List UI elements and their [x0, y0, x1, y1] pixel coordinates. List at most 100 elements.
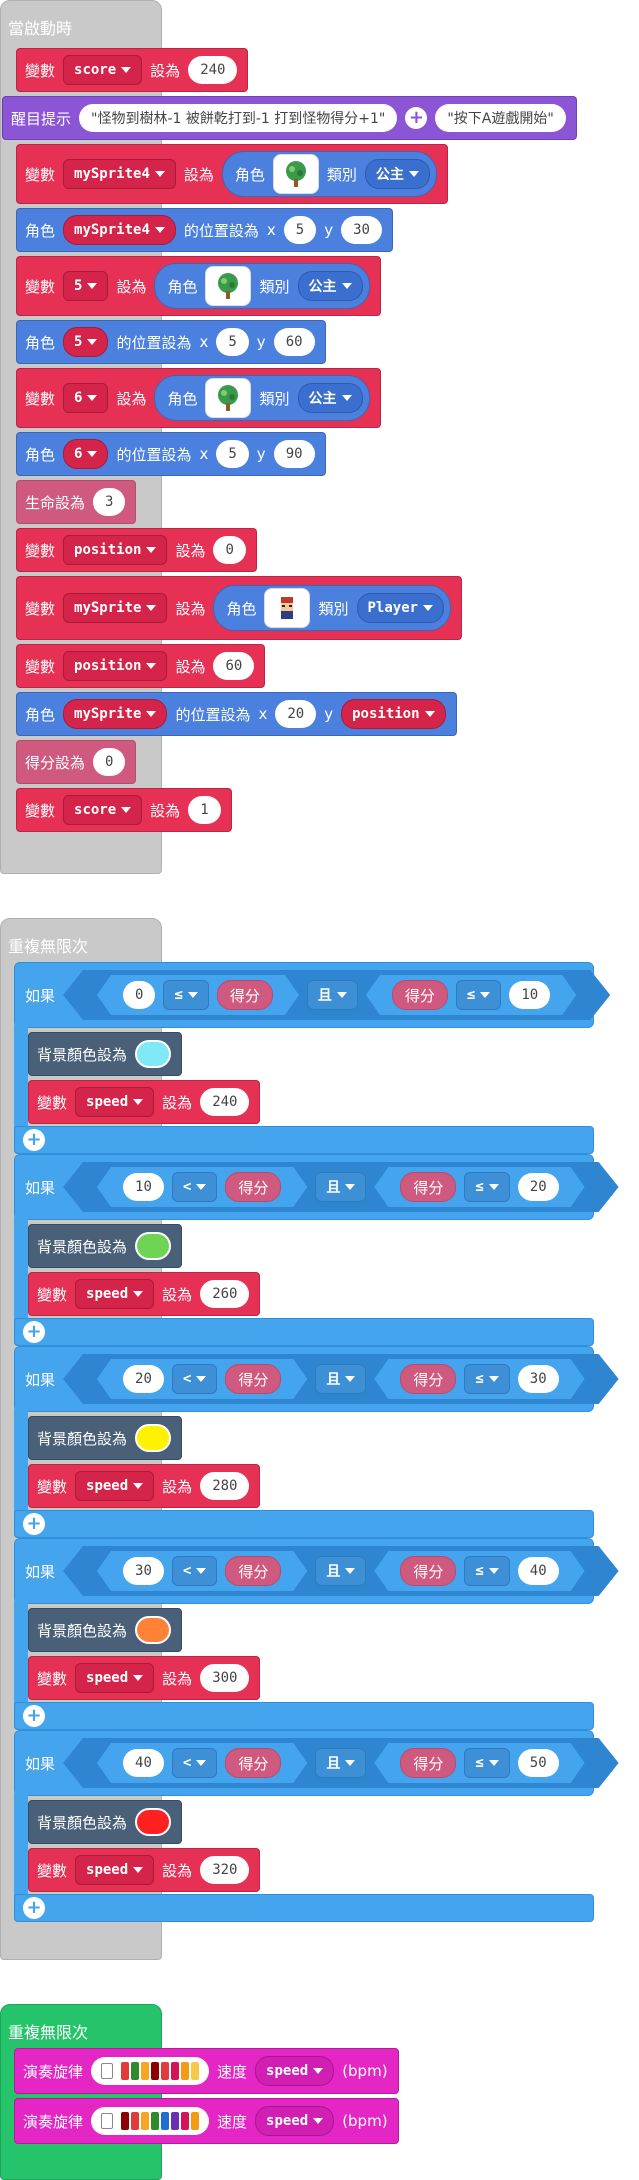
splash-block[interactable]: 醒目提示 "怪物到樹林-1 被餅乾打到-1 打到怪物得分+1" + "按下A遊戲… — [2, 96, 577, 140]
and-dropdown[interactable]: 且 — [315, 1364, 366, 1394]
score-reporter[interactable]: 得分 — [400, 1364, 456, 1394]
else-if-footer[interactable]: + — [14, 1894, 594, 1922]
create-sprite-reporter[interactable]: 角色 類別 公主 — [154, 375, 370, 421]
lower-bound-input[interactable]: 20 — [123, 1365, 164, 1393]
create-sprite-reporter[interactable]: 角色 類別 公主 — [221, 151, 437, 197]
compare-right[interactable]: 得分 ≤30 — [374, 1359, 584, 1399]
variable-dropdown-score[interactable]: score — [63, 795, 143, 825]
variable-dropdown-speed[interactable]: speed — [75, 1087, 155, 1117]
compare-op-dropdown[interactable]: < — [172, 1748, 217, 1778]
if-header[interactable]: 如果 10 < 得分 且 得分 ≤20 那麼 — [14, 1154, 639, 1220]
compare-right[interactable]: 得分 ≤50 — [374, 1743, 584, 1783]
add-else-if-icon[interactable]: + — [23, 1129, 45, 1151]
add-else-if-icon[interactable]: + — [23, 1513, 45, 1535]
set-sprite5-block[interactable]: 變數 5 設為 角色 類別 公主 — [16, 256, 381, 316]
add-else-if-icon[interactable]: + — [23, 1705, 45, 1727]
y-input[interactable]: 30 — [341, 216, 382, 244]
kind-dropdown[interactable]: 公主 — [364, 159, 430, 189]
speed-input[interactable]: 260 — [200, 1280, 250, 1308]
and-condition[interactable]: 30 < 得分 且 得分 ≤40 — [63, 1546, 619, 1596]
and-dropdown[interactable]: 且 — [315, 1556, 366, 1586]
melody-editor[interactable] — [91, 2107, 210, 2135]
upper-bound-input[interactable]: 30 — [518, 1365, 559, 1393]
compare-op-dropdown[interactable]: ≤ — [456, 980, 501, 1010]
if-header[interactable]: 如果 0 ≤ 得分 且 得分 ≤10 那麼 — [14, 962, 639, 1028]
set-background-color-block[interactable]: 背景顏色設為 — [28, 1032, 183, 1076]
set-mySprite-block[interactable]: 變數 mySprite 設為 角色 類別 Player — [16, 576, 463, 640]
else-if-footer[interactable]: + — [14, 1510, 594, 1538]
x-input[interactable]: 5 — [216, 328, 249, 356]
else-if-footer[interactable]: + — [14, 1126, 594, 1154]
add-else-if-icon[interactable]: + — [23, 1897, 45, 1919]
set-position-block[interactable]: 角色 mySprite4 的位置設為 x 5 y 30 — [16, 208, 393, 252]
variable-dropdown-mySprite4[interactable]: mySprite4 — [63, 215, 176, 245]
x-input[interactable]: 5 — [216, 440, 249, 468]
compare-left[interactable]: 30 < 得分 — [97, 1551, 307, 1591]
and-dropdown[interactable]: 且 — [307, 980, 358, 1010]
compare-op-dropdown[interactable]: ≤ — [464, 1748, 509, 1778]
compare-left[interactable]: 10 < 得分 — [97, 1167, 307, 1207]
score-reporter[interactable]: 得分 — [400, 1748, 456, 1778]
if-header[interactable]: 如果 30 < 得分 且 得分 ≤40 那麼 — [14, 1538, 639, 1604]
and-dropdown[interactable]: 且 — [315, 1748, 366, 1778]
set-sprite6-block[interactable]: 變數 6 設為 角色 類別 公主 — [16, 368, 381, 428]
play-melody-block-2[interactable]: 演奏旋律 速度 speed (bpm) — [14, 2098, 399, 2144]
set-position-block[interactable]: 角色 mySprite 的位置設為 x 20 y position — [16, 692, 457, 736]
set-score-block[interactable]: 變數 score 設為 240 — [16, 48, 249, 92]
position-reporter[interactable]: position — [341, 699, 446, 729]
and-condition[interactable]: 10 < 得分 且 得分 ≤20 — [63, 1162, 619, 1212]
kind-dropdown[interactable]: 公主 — [297, 271, 363, 301]
variable-dropdown-position[interactable]: position — [63, 535, 168, 565]
set-sprite4-block[interactable]: 變數 mySprite4 設為 角色 類別 公主 — [16, 144, 448, 204]
variable-dropdown-5[interactable]: 5 — [63, 327, 109, 357]
play-melody-block-1[interactable]: 演奏旋律 速度 speed (bpm) — [14, 2048, 399, 2094]
tree-sprite-icon[interactable] — [205, 378, 252, 418]
create-sprite-reporter[interactable]: 角色 類別 Player — [213, 585, 452, 631]
else-if-footer[interactable]: + — [14, 1318, 594, 1346]
upper-bound-input[interactable]: 10 — [509, 981, 550, 1009]
compare-op-dropdown[interactable]: ≤ — [163, 980, 208, 1010]
score-reporter[interactable]: 得分 — [392, 980, 448, 1010]
set-speed-block[interactable]: 變數 speed 設為 300 — [28, 1656, 261, 1700]
x-input[interactable]: 5 — [283, 216, 317, 244]
set-position-block[interactable]: 角色 5 的位置設為 x 5 y 60 — [16, 320, 326, 364]
lower-bound-input[interactable]: 10 — [123, 1173, 164, 1201]
and-condition[interactable]: 40 < 得分 且 得分 ≤50 — [63, 1738, 619, 1788]
score-reporter[interactable]: 得分 — [217, 980, 273, 1010]
variable-dropdown-position[interactable]: position — [63, 651, 168, 681]
else-if-footer[interactable]: + — [14, 1702, 594, 1730]
score-reporter[interactable]: 得分 — [400, 1172, 456, 1202]
variable-dropdown-6[interactable]: 6 — [63, 439, 109, 469]
speed-input[interactable]: 280 — [200, 1472, 250, 1500]
player-sprite-icon[interactable] — [264, 588, 311, 628]
y-input[interactable]: 60 — [273, 328, 315, 356]
color-swatch[interactable] — [135, 1808, 172, 1836]
speed-input[interactable]: 320 — [200, 1856, 250, 1884]
color-swatch[interactable] — [135, 1232, 172, 1260]
variable-dropdown-speed[interactable]: speed — [75, 1855, 155, 1885]
and-condition[interactable]: 0 ≤ 得分 且 得分 ≤10 — [63, 970, 610, 1020]
compare-op-dropdown[interactable]: ≤ — [464, 1172, 509, 1202]
set-position-block[interactable]: 角色 6 的位置設為 x 5 y 90 — [16, 432, 326, 476]
value-input[interactable]: 0 — [213, 536, 246, 564]
variable-dropdown-speed[interactable]: speed — [75, 1279, 155, 1309]
value-input[interactable]: 60 — [213, 652, 255, 680]
y-input[interactable]: 90 — [273, 440, 315, 468]
splash-text-1[interactable]: "怪物到樹林-1 被餅乾打到-1 打到怪物得分+1" — [79, 104, 398, 132]
speed-reporter[interactable]: speed — [255, 2056, 335, 2086]
variable-dropdown-speed[interactable]: speed — [75, 1663, 155, 1693]
set-background-color-block[interactable]: 背景顏色設為 — [28, 1416, 183, 1460]
splash-text-2[interactable]: "按下A遊戲開始" — [435, 104, 566, 132]
upper-bound-input[interactable]: 20 — [518, 1173, 559, 1201]
add-argument-icon[interactable]: + — [405, 107, 428, 129]
compare-left[interactable]: 40 < 得分 — [97, 1743, 307, 1783]
variable-dropdown-5[interactable]: 5 — [63, 271, 109, 301]
if-header[interactable]: 如果 20 < 得分 且 得分 ≤30 那麼 — [14, 1346, 639, 1412]
melody-editor[interactable] — [91, 2057, 210, 2085]
x-input[interactable]: 20 — [275, 700, 317, 728]
compare-right[interactable]: 得分 ≤20 — [374, 1167, 584, 1207]
color-swatch[interactable] — [135, 1616, 172, 1644]
set-background-color-block[interactable]: 背景顏色設為 — [28, 1224, 183, 1268]
set-score-var-block[interactable]: 變數 score 設為 1 — [16, 788, 232, 832]
compare-op-dropdown[interactable]: ≤ — [464, 1556, 509, 1586]
